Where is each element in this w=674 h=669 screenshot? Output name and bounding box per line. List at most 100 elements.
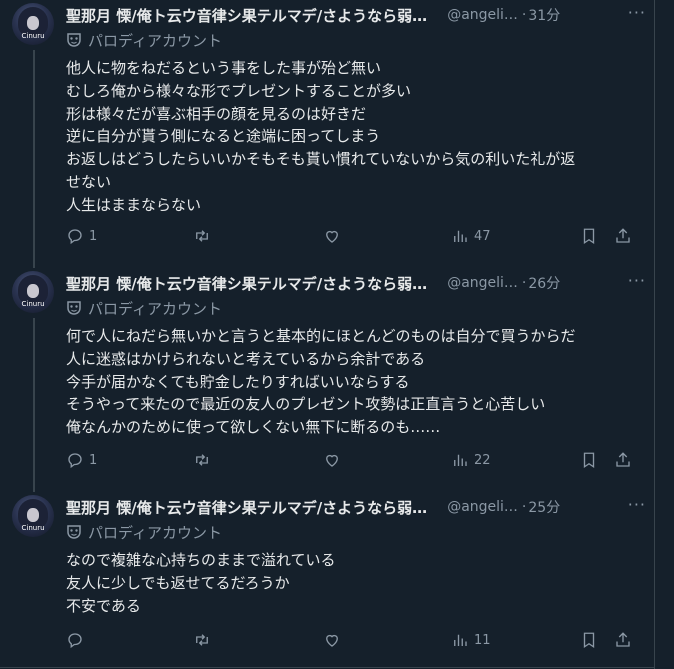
share-button[interactable]	[614, 224, 632, 248]
action-bar: 11	[66, 628, 646, 652]
tweet-3[interactable]: Cinuru 聖那月 慄/俺ト云ウ音律シ果テルマデ/さようなら弱… @angel…	[0, 492, 654, 669]
separator-dot: ·	[521, 275, 527, 291]
tweet-header: 聖那月 慄/俺ト云ウ音律シ果テルマデ/さようなら弱… @angeli… · 31…	[66, 4, 636, 26]
bookmark-button[interactable]	[580, 628, 598, 652]
tweet-line: むしろ俺から様々な形でプレゼントすることが多い	[66, 81, 412, 100]
bookmark-icon	[583, 228, 595, 245]
like-button[interactable]	[323, 448, 346, 472]
avatar-text: Cinuru	[21, 300, 45, 308]
parody-text: パロディアカウント	[88, 31, 222, 50]
reply-icon	[68, 229, 82, 245]
parody-label: パロディアカウント	[66, 521, 222, 543]
bookmark-icon	[583, 632, 595, 649]
timestamp[interactable]: 25分	[528, 497, 560, 517]
tweet-line: 他人に物をねだるという事をした事が殆ど無い	[66, 59, 382, 77]
retweet-button[interactable]	[193, 448, 216, 472]
parody-mask-icon	[67, 33, 81, 47]
parody-label: パロディアカウント	[66, 297, 222, 319]
display-name[interactable]: 聖那月 慄/俺ト云ウ音律シ果テルマデ/さようなら弱…	[66, 5, 427, 26]
tweet-1[interactable]: Cinuru 聖那月 慄/俺ト云ウ音律シ果テルマデ/さようなら弱… @angel…	[0, 0, 654, 268]
share-button[interactable]	[614, 448, 632, 472]
tweet-line: お返しはどうしたらいいかそもそも貰い慣れていないから気の利いた礼が返	[66, 150, 576, 169]
reply-button[interactable]: 1	[66, 448, 97, 472]
views-button[interactable]: 22	[451, 448, 491, 472]
tweet-header: 聖那月 慄/俺ト云ウ音律シ果テルマデ/さようなら弱… @angeli… · 25…	[66, 496, 636, 518]
views-button[interactable]: 11	[451, 628, 491, 652]
tweet-line: せない	[66, 172, 112, 191]
reply-icon	[68, 633, 82, 649]
timestamp[interactable]: 26分	[528, 273, 560, 293]
more-icon[interactable]: ···	[628, 3, 646, 22]
user-handle[interactable]: @angeli…	[447, 7, 518, 23]
tweet-line: 人生はままならない	[66, 195, 202, 214]
share-button[interactable]	[614, 628, 632, 652]
parody-mask-icon	[67, 525, 81, 539]
tweet-line: 俺なんかのために使って欲しくない無下に断るのも……	[66, 418, 441, 437]
tweet-line: 不安である	[66, 596, 141, 615]
bookmark-icon	[583, 452, 595, 469]
parody-label: パロディアカウント	[66, 29, 222, 51]
share-icon	[616, 228, 630, 243]
separator-dot: ·	[521, 499, 527, 515]
tweet-line: 友人に少しでも返せてるだろうか	[66, 573, 290, 592]
action-bar: 1 22	[66, 448, 646, 472]
reply-count: 1	[89, 228, 98, 244]
retweet-button[interactable]	[193, 628, 216, 652]
views-icon	[454, 230, 467, 242]
avatar[interactable]: Cinuru	[12, 271, 54, 313]
views-icon	[454, 454, 467, 466]
parody-text: パロディアカウント	[88, 299, 222, 318]
tweet-line: そうやって来たので最近の友人のプレゼント攻勢は正直言うと心苦しい	[66, 395, 546, 414]
reply-button[interactable]	[66, 628, 89, 652]
action-bar: 1 47	[66, 224, 646, 248]
tweet-line: 今手が届かなくても貯金したりすればいいならする	[66, 372, 410, 391]
bottom-divider	[0, 667, 654, 668]
like-icon	[326, 634, 338, 647]
more-icon[interactable]: ···	[628, 271, 646, 290]
share-icon	[616, 632, 630, 647]
more-icon[interactable]: ···	[628, 495, 646, 514]
avatar[interactable]: Cinuru	[12, 495, 54, 537]
avatar-text: Cinuru	[21, 524, 45, 532]
retweet-icon	[196, 634, 208, 646]
like-icon	[326, 230, 338, 243]
display-name[interactable]: 聖那月 慄/俺ト云ウ音律シ果テルマデ/さようなら弱…	[66, 497, 427, 518]
avatar[interactable]: Cinuru	[12, 3, 54, 45]
tweet-line: 人に迷惑はかけられないと考えているから余計である	[66, 349, 426, 368]
like-button[interactable]	[323, 224, 346, 248]
tweet-header: 聖那月 慄/俺ト云ウ音律シ果テルマデ/さようなら弱… @angeli… · 26…	[66, 272, 636, 294]
display-name[interactable]: 聖那月 慄/俺ト云ウ音律シ果テルマデ/さようなら弱…	[66, 273, 427, 294]
views-count: 22	[474, 452, 491, 468]
views-icon	[454, 634, 467, 646]
parody-text: パロディアカウント	[88, 523, 222, 542]
tweet-line: 何で人にねだら無いかと言うと基本的にほとんどのものは自分で買うからだ	[66, 327, 576, 345]
tweet-text: 何で人にねだら無いかと言うと基本的にほとんどのものは自分で買うからだ 人に迷惑は…	[66, 325, 641, 439]
timestamp[interactable]: 31分	[528, 5, 560, 25]
column-border	[654, 0, 655, 669]
retweet-icon	[196, 230, 208, 242]
reply-icon	[68, 453, 82, 469]
retweet-icon	[196, 454, 208, 466]
user-handle[interactable]: @angeli…	[447, 499, 518, 515]
bookmark-button[interactable]	[580, 448, 598, 472]
tweet-text: なので複雑な心持ちのままで溢れている 友人に少しでも返せてるだろうか 不安である	[66, 549, 641, 617]
bookmark-button[interactable]	[580, 224, 598, 248]
thread-connector	[33, 50, 35, 268]
views-count: 11	[474, 632, 491, 648]
tweet-line: なので複雑な心持ちのままで溢れている	[66, 551, 336, 569]
thread-connector	[33, 318, 35, 492]
reply-count: 1	[89, 452, 98, 468]
retweet-button[interactable]	[193, 224, 216, 248]
tweet-line: 逆に自分が貰う側になると途端に困ってしまう	[66, 127, 381, 146]
like-button[interactable]	[323, 628, 346, 652]
like-icon	[326, 454, 338, 467]
separator-dot: ·	[521, 7, 527, 23]
views-count: 47	[474, 228, 491, 244]
tweet-line: 形は様々だが喜ぶ相手の顔を見るのは好きだ	[66, 104, 367, 123]
tweet-2[interactable]: Cinuru 聖那月 慄/俺ト云ウ音律シ果テルマデ/さようなら弱… @angel…	[0, 268, 654, 492]
user-handle[interactable]: @angeli…	[447, 275, 518, 291]
share-icon	[616, 452, 630, 467]
parody-mask-icon	[67, 301, 81, 315]
views-button[interactable]: 47	[451, 224, 491, 248]
reply-button[interactable]: 1	[66, 224, 97, 248]
